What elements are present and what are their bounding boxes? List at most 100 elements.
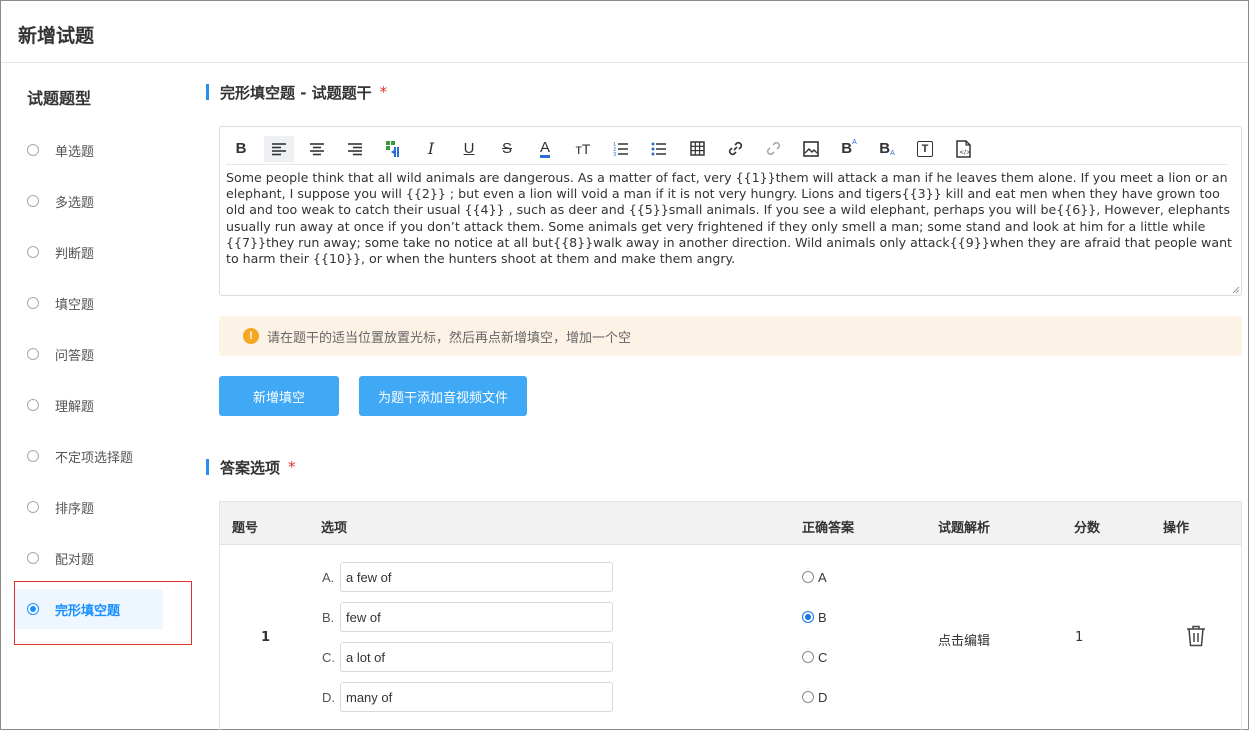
underline-icon[interactable]: U [454,136,484,162]
option-row-a: A. [322,562,613,592]
option-d-input[interactable] [340,682,613,712]
warning-icon: ! [243,328,259,344]
type-item-ordering[interactable]: 排序题 [15,487,163,527]
editor-content[interactable]: Some people think that all wild animals … [226,170,1234,267]
radio-icon[interactable] [27,552,39,564]
radio-icon[interactable] [27,246,39,258]
column-header-score: 分数 [1074,521,1101,536]
radio-icon[interactable] [27,399,39,411]
strikethrough-icon[interactable]: S [492,136,522,162]
correct-answer-b[interactable]: B [802,610,827,625]
text-direction-icon[interactable] [378,136,408,162]
radio-icon[interactable] [27,195,39,207]
hint-notice: ! 请在题干的适当位置放置光标，然后再点新增填空，增加一个空 [219,316,1242,356]
type-item-true-false[interactable]: 判断题 [15,232,163,272]
answers-table-header: 题号 选项 正确答案 试题解析 分数 操作 [219,501,1242,545]
answer-label: D [818,689,828,705]
radio-icon[interactable] [27,450,39,462]
align-left-icon[interactable] [264,135,294,162]
option-letter: C. [322,649,335,665]
type-item-indefinite-choice[interactable]: 不定项选择题 [15,436,163,476]
radio-icon[interactable] [27,297,39,309]
correct-answer-d[interactable]: D [802,689,828,705]
option-b-input[interactable] [340,602,613,632]
subscript-icon[interactable]: BA [872,136,902,162]
type-item-multiple-choice[interactable]: 多选题 [15,181,163,221]
image-icon[interactable] [796,136,826,162]
option-row-c: C. [322,642,613,672]
table-icon[interactable] [682,136,712,162]
correct-answer-a[interactable]: A [802,569,827,585]
radio-icon[interactable] [27,501,39,513]
unordered-list-icon[interactable] [644,136,674,162]
font-size-icon[interactable]: тT [568,136,598,162]
radio-icon[interactable] [802,691,814,703]
type-item-label: 配对题 [55,552,95,568]
type-item-label: 单选题 [55,144,95,160]
type-item-essay[interactable]: 问答题 [15,334,163,374]
selected-type-highlight-frame [14,581,192,645]
edit-analysis-link[interactable]: 点击编辑 [938,630,990,649]
align-center-icon[interactable] [302,136,332,162]
option-row-b: B. [322,602,613,632]
ordered-list-icon[interactable]: 123 [606,136,636,162]
type-item-matching[interactable]: 配对题 [15,538,163,578]
unlink-icon[interactable] [758,136,788,162]
radio-icon[interactable] [27,348,39,360]
type-item-comprehension[interactable]: 理解题 [15,385,163,425]
page-title: 新增试题 [18,25,95,47]
column-header-analysis: 试题解析 [938,521,991,536]
option-row-d: D. [322,682,613,712]
section-accent-bar [206,84,209,100]
table-row: 1 A. B. C. D. A B C D 点击编辑 1 [219,545,1242,730]
type-item-label: 不定项选择题 [55,450,134,466]
type-item-single-choice[interactable]: 单选题 [15,130,163,170]
option-letter: B. [322,609,335,625]
align-right-icon[interactable] [340,136,370,162]
radio-icon[interactable] [802,571,814,583]
option-c-input[interactable] [340,642,613,672]
type-item-label: 多选题 [55,195,95,211]
link-icon[interactable] [720,136,750,162]
option-a-input[interactable] [340,562,613,592]
font-color-icon[interactable]: A [530,136,560,162]
sidebar-title: 试题题型 [27,89,92,108]
type-item-label: 理解题 [55,399,95,415]
rich-text-editor[interactable]: B I U S A тT 123 B A B A T </> Some peop… [219,126,1242,296]
svg-text:3: 3 [613,152,616,157]
editor-toolbar: B I U S A тT 123 B A B A T </> [226,133,1228,165]
type-item-label: 问答题 [55,348,95,364]
resize-handle-icon[interactable] [1232,286,1240,294]
italic-icon[interactable]: I [416,136,446,162]
answers-section-title: 答案选项 * [206,458,296,477]
column-header-actions: 操作 [1163,521,1190,536]
stem-title-text: 完形填空题 - 试题题干 [220,83,372,102]
superscript-icon[interactable]: BA [834,136,864,162]
type-item-fill-blank[interactable]: 填空题 [15,283,163,323]
page-header: 新增试题 [1,1,1248,63]
radio-icon[interactable] [802,651,814,663]
column-header-correct-answer: 正确答案 [802,521,855,536]
text-box-icon[interactable]: T [910,136,940,162]
option-letter: D. [322,689,335,705]
source-code-icon[interactable]: </> [948,136,978,162]
radio-selected-icon[interactable] [802,611,814,623]
correct-answer-c[interactable]: C [802,650,827,665]
bold-icon[interactable]: B [226,136,256,162]
answers-title-text: 答案选项 [220,458,281,477]
add-blank-button[interactable]: 新增填空 [219,376,339,416]
add-media-button[interactable]: 为题干添加音视频文件 [359,376,527,416]
option-letter: A. [322,569,335,585]
svg-text:</>: </> [959,149,971,156]
type-item-label: 填空题 [55,297,95,313]
column-header-number: 题号 [232,521,259,536]
required-mark: * [288,458,296,476]
score-value: 1 [1075,630,1084,645]
type-item-label: 排序题 [55,501,95,517]
radio-icon[interactable] [27,144,39,156]
type-item-label: 判断题 [55,246,95,262]
answer-label: A [818,569,827,585]
hint-text: 请在题干的适当位置放置光标，然后再点新增填空，增加一个空 [267,330,632,346]
trash-icon[interactable] [1186,625,1206,647]
column-header-options: 选项 [321,521,348,536]
